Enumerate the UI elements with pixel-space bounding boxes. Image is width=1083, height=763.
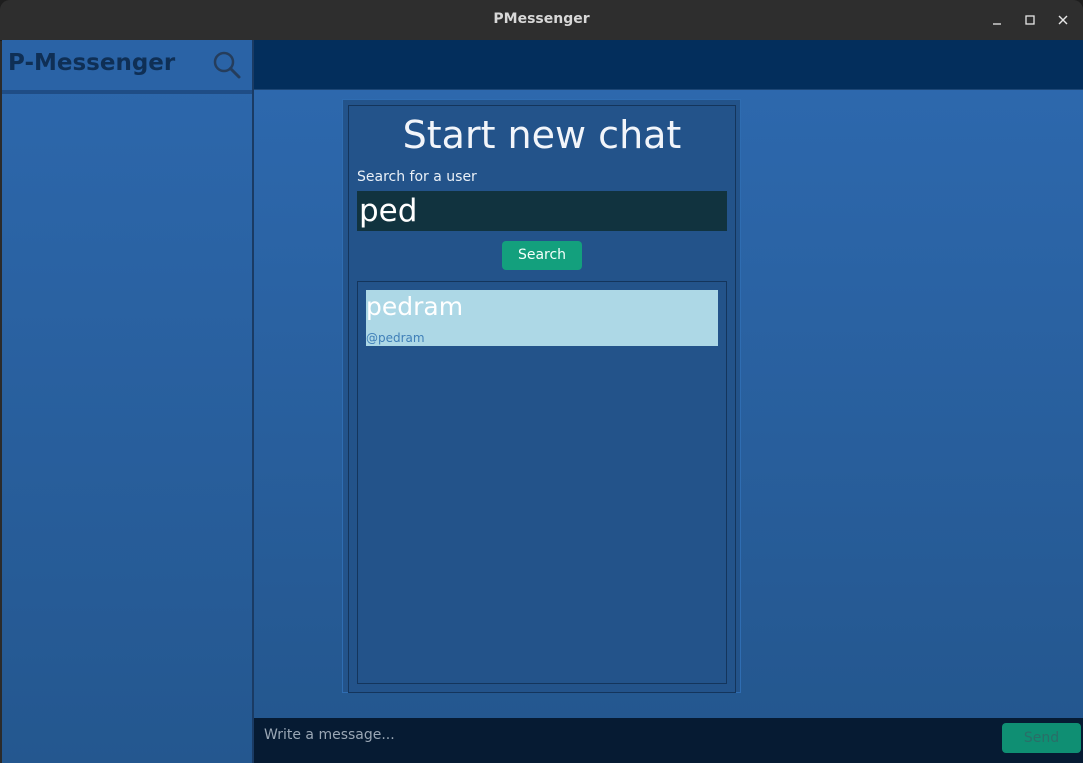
title-bar: PMessenger bbox=[0, 0, 1083, 41]
message-composer: Send bbox=[254, 718, 1083, 763]
minimize-icon bbox=[993, 23, 1001, 25]
app-window: PMessenger P-Messenger Start new chat Se… bbox=[0, 0, 1083, 763]
window-title: PMessenger bbox=[493, 11, 590, 27]
maximize-icon bbox=[1025, 15, 1035, 25]
search-icon[interactable] bbox=[212, 50, 242, 80]
chat-header bbox=[254, 40, 1083, 91]
search-user-label: Search for a user bbox=[357, 169, 477, 185]
maximize-button[interactable] bbox=[1018, 8, 1042, 32]
app-name: P-Messenger bbox=[8, 50, 176, 76]
send-button[interactable]: Send bbox=[1002, 723, 1081, 753]
sidebar-header: P-Messenger bbox=[2, 40, 252, 94]
user-search-input[interactable] bbox=[357, 191, 727, 231]
message-input[interactable] bbox=[262, 718, 996, 752]
minimize-button[interactable] bbox=[985, 8, 1009, 32]
search-result-item[interactable]: pedram @pedram bbox=[366, 290, 718, 346]
result-user-handle: @pedram bbox=[366, 331, 425, 345]
close-button[interactable] bbox=[1051, 8, 1075, 32]
close-icon bbox=[1058, 15, 1068, 25]
result-user-name: pedram bbox=[366, 292, 464, 321]
search-button[interactable]: Search bbox=[502, 241, 582, 270]
sidebar: P-Messenger bbox=[2, 40, 254, 763]
dialog-title: Start new chat bbox=[402, 113, 682, 157]
